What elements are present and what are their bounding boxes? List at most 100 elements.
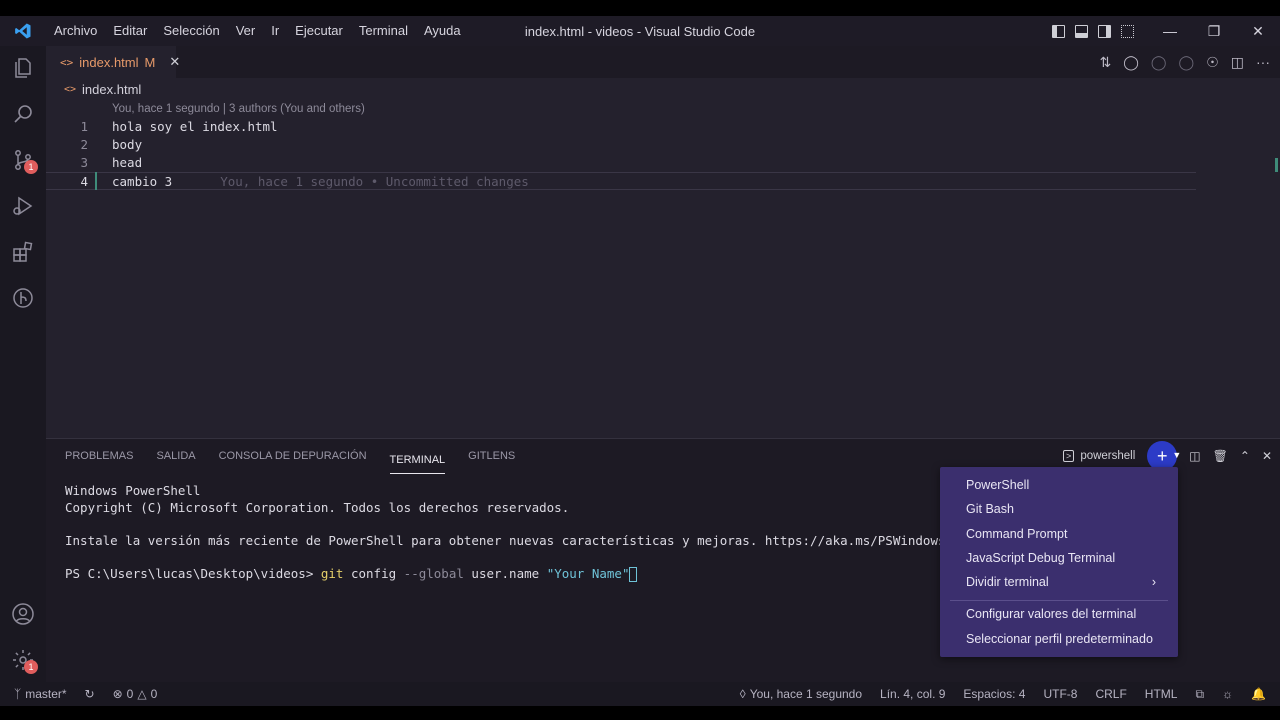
gitlens-blame-status[interactable]: ◊ You, hace 1 segundo — [740, 687, 862, 701]
split-terminal-icon[interactable]: ◫ — [1189, 449, 1200, 463]
menu-ayuda[interactable]: Ayuda — [416, 16, 469, 46]
launch-profile-menu: PowerShell Git Bash Command Prompt JavaS… — [940, 467, 1178, 657]
toggle-panel-icon[interactable] — [1075, 24, 1088, 38]
gitlens-inspect-icon[interactable]: ☉ — [1206, 54, 1219, 71]
terminal-string: "Your Name" — [546, 565, 630, 581]
menu-item-label: Dividir terminal — [966, 575, 1049, 589]
line-number: 2 — [80, 137, 88, 152]
manage-badge: 1 — [24, 660, 38, 674]
tab-close-icon[interactable]: ✕ — [169, 54, 180, 70]
menu-item-select-default-profile[interactable]: Seleccionar perfil predeterminado — [966, 629, 1166, 649]
breadcrumb-html-icon: <> — [64, 84, 77, 95]
terminal-selector[interactable]: > powershell — [1063, 450, 1135, 462]
menu-item-command-prompt[interactable]: Command Prompt — [966, 524, 1166, 544]
sync-icon[interactable]: ↻ — [85, 687, 95, 701]
warning-count: 0 — [150, 687, 158, 701]
menu-item-js-debug-terminal[interactable]: JavaScript Debug Terminal — [966, 548, 1166, 568]
run-debug-icon[interactable] — [0, 184, 46, 228]
kill-terminal-icon[interactable]: 🗑 — [1213, 449, 1228, 463]
maximize-panel-icon[interactable]: ⌃ — [1240, 449, 1250, 463]
manage-gear-icon[interactable]: 1 — [0, 638, 46, 682]
encoding[interactable]: UTF-8 — [1043, 687, 1077, 701]
cursor-position[interactable]: Lín. 4, col. 9 — [880, 687, 945, 701]
line-number: 1 — [80, 119, 88, 134]
menu-item-split-terminal[interactable]: Dividir terminal › — [966, 572, 1166, 592]
notifications-icon[interactable]: 🔔 — [1251, 687, 1266, 701]
terminal-name: powershell — [1080, 450, 1136, 462]
terminal-arg: config — [343, 565, 404, 581]
breadcrumb-file[interactable]: index.html — [82, 82, 141, 97]
close-window-button[interactable]: ✕ — [1236, 16, 1280, 46]
gitlens-icon[interactable] — [0, 276, 46, 320]
tab-gitlens[interactable]: GITLENS — [468, 439, 515, 473]
customize-layout-icon[interactable] — [1121, 24, 1134, 38]
status-bar: ᛉ master* ↻ ⊗ 0 △ 0 ◊ You, hace 1 segund… — [0, 682, 1280, 706]
close-panel-icon[interactable]: ✕ — [1262, 449, 1272, 463]
branch-status[interactable]: ᛉ master* — [14, 687, 67, 701]
restore-button[interactable]: ❐ — [1192, 16, 1236, 46]
tab-problemas[interactable]: PROBLEMAS — [65, 439, 133, 473]
code-text: body — [112, 137, 143, 152]
extensions-icon[interactable] — [0, 230, 46, 274]
terminal-arg: user.name — [463, 565, 547, 581]
menu-ejecutar[interactable]: Ejecutar — [287, 16, 351, 46]
commit-icon: ◊ — [739, 687, 746, 701]
terminal-output[interactable]: Windows PowerShell Copyright (C) Microsof… — [65, 483, 946, 582]
terminal-command: git — [320, 565, 344, 581]
open-changes-icon[interactable]: ⇅ — [1099, 54, 1111, 71]
menu-item-git-bash[interactable]: Git Bash — [966, 499, 1166, 519]
warning-icon: △ — [137, 687, 147, 701]
menu-terminal[interactable]: Terminal — [351, 16, 416, 46]
tab-index-html[interactable]: <> index.html M ✕ — [46, 46, 180, 78]
tab-modified-indicator: M — [144, 54, 156, 70]
tab-consola-depuracion[interactable]: CONSOLA DE DEPURACIÓN — [219, 439, 367, 473]
letterbox-bottom — [0, 706, 1280, 720]
menu-item-powershell[interactable]: PowerShell — [966, 475, 1166, 495]
menu-ver[interactable]: Ver — [228, 16, 264, 46]
tab-filename: index.html — [79, 54, 139, 70]
next-revision-icon[interactable]: ◯ — [1179, 54, 1195, 71]
activity-bar: 1 1 — [0, 46, 46, 682]
modified-line-gutter-mark — [95, 172, 97, 190]
menu-archivo[interactable]: Archivo — [46, 16, 105, 46]
editor-tab-bar: <> index.html M ✕ ⇅ ◯ ◯ ◯ ☉ ◫ ··· — [46, 46, 1280, 78]
menu-editar[interactable]: Editar — [105, 16, 155, 46]
more-actions-icon[interactable]: ··· — [1256, 54, 1270, 70]
title-bar: Archivo Editar Selección Ver Ir Ejecutar… — [0, 16, 1280, 46]
error-icon: ⊗ — [112, 687, 123, 701]
terminal-prompt-line: PS C:\Users\lucas\Desktop\videos> git co… — [65, 566, 946, 583]
explorer-icon[interactable] — [0, 46, 46, 90]
source-control-icon[interactable]: 1 — [0, 138, 46, 182]
split-editor-icon[interactable]: ◫ — [1231, 54, 1244, 71]
menu-seleccion[interactable]: Selección — [155, 16, 227, 46]
accounts-icon[interactable] — [0, 592, 46, 636]
previous-revision-icon[interactable]: ◯ — [1151, 54, 1167, 71]
indentation[interactable]: Espacios: 4 — [963, 687, 1025, 701]
menu-item-configure-terminal[interactable]: Configurar valores del terminal — [966, 604, 1166, 624]
terminal-flag: --global — [403, 565, 464, 581]
toggle-primary-sidebar-icon[interactable] — [1052, 24, 1065, 38]
branch-icon: ᛉ — [14, 687, 22, 701]
minimize-button[interactable]: — — [1148, 16, 1192, 46]
line-number: 4 — [80, 174, 88, 189]
terminal-icon: > — [1063, 450, 1075, 462]
end-of-line[interactable]: CRLF — [1095, 687, 1126, 701]
inline-blame: You, hace 1 segundo • Uncommitted change… — [220, 174, 529, 189]
tab-terminal[interactable]: TERMINAL — [389, 447, 446, 474]
feedback-icon[interactable]: ☼ — [1222, 687, 1233, 701]
compare-previous-icon[interactable]: ◯ — [1123, 54, 1139, 71]
launch-profile-chevron-icon[interactable]: ▼ — [1172, 450, 1181, 460]
toggle-secondary-sidebar-icon[interactable] — [1098, 24, 1111, 38]
language-mode[interactable]: HTML — [1145, 687, 1178, 701]
breadcrumb: <> index.html — [64, 82, 141, 97]
editor[interactable]: <> index.html You, hace 1 segundo | 3 au… — [46, 78, 1280, 438]
tab-salida[interactable]: SALIDA — [156, 439, 195, 473]
terminal-line: Windows PowerShell — [65, 483, 201, 498]
codelens-authors[interactable]: You, hace 1 segundo | 3 authors (You and… — [112, 103, 365, 115]
live-share-icon[interactable]: ⧉ — [1195, 687, 1204, 702]
menu-bar: Archivo Editar Selección Ver Ir Ejecutar… — [46, 16, 469, 46]
search-icon[interactable] — [0, 92, 46, 136]
code-line: 1 hola soy el index.html — [46, 118, 1196, 136]
problems-status[interactable]: ⊗ 0 △ 0 — [113, 687, 158, 701]
menu-ir[interactable]: Ir — [263, 16, 287, 46]
